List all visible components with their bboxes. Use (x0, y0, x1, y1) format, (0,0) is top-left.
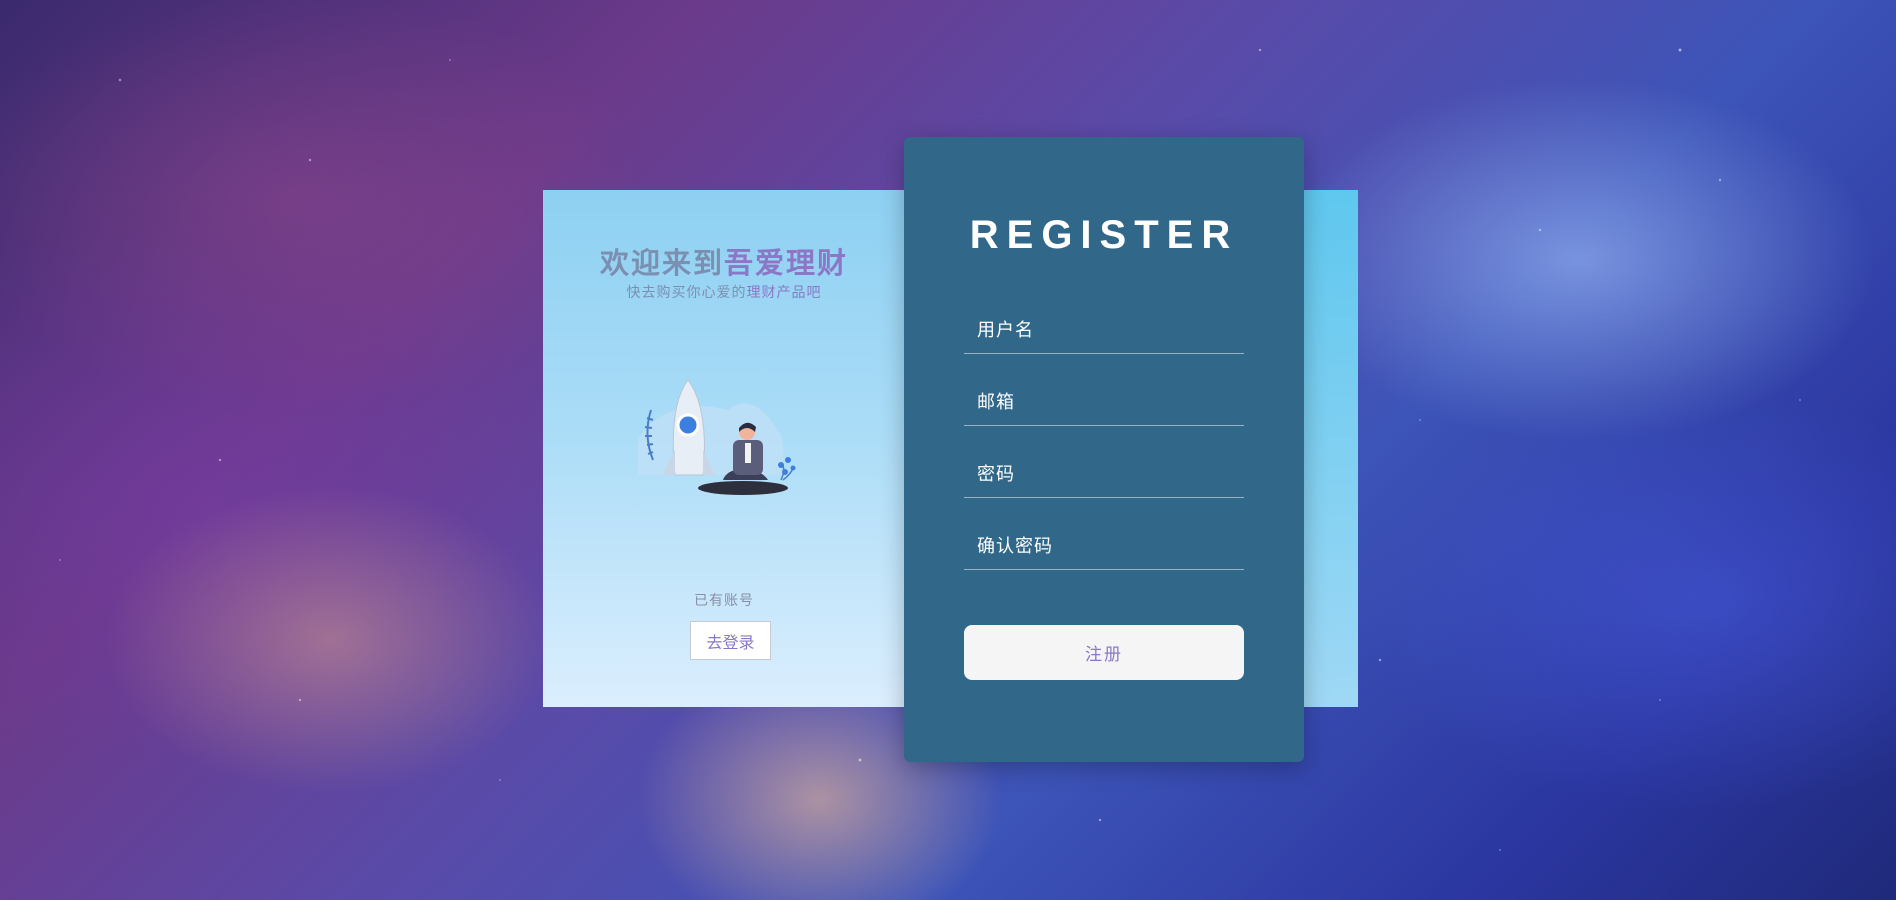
welcome-subtitle-prefix: 快去购买你心爱的 (626, 284, 747, 300)
welcome-title-prefix: 欢迎来到 (599, 248, 724, 280)
register-panel: REGISTER 注册 (904, 137, 1304, 762)
email-field (964, 379, 1244, 426)
password-input[interactable] (964, 451, 1244, 497)
rocket-illustration (638, 380, 796, 495)
username-input[interactable] (964, 307, 1244, 353)
goto-login-button[interactable]: 去登录 (690, 621, 771, 660)
welcome-subtitle: 快去购买你心爱的理财产品吧 (543, 282, 905, 302)
welcome-subtitle-brand: 理财产品吧 (746, 284, 822, 300)
welcome-section: 欢迎来到吾爱理财 快去购买你心爱的理财产品吧 已有账号 去登录 (543, 190, 905, 707)
confirm-password-field (964, 523, 1244, 570)
register-submit-button[interactable]: 注册 (964, 625, 1244, 680)
email-input[interactable] (964, 379, 1244, 425)
brand-name: 吾爱理财 (724, 248, 849, 280)
password-field (964, 451, 1244, 498)
has-account-label: 已有账号 (694, 592, 754, 608)
welcome-title: 欢迎来到吾爱理财 (543, 240, 905, 282)
confirm-password-input[interactable] (964, 523, 1244, 569)
register-title: REGISTER (969, 213, 1239, 257)
username-field (964, 307, 1244, 354)
